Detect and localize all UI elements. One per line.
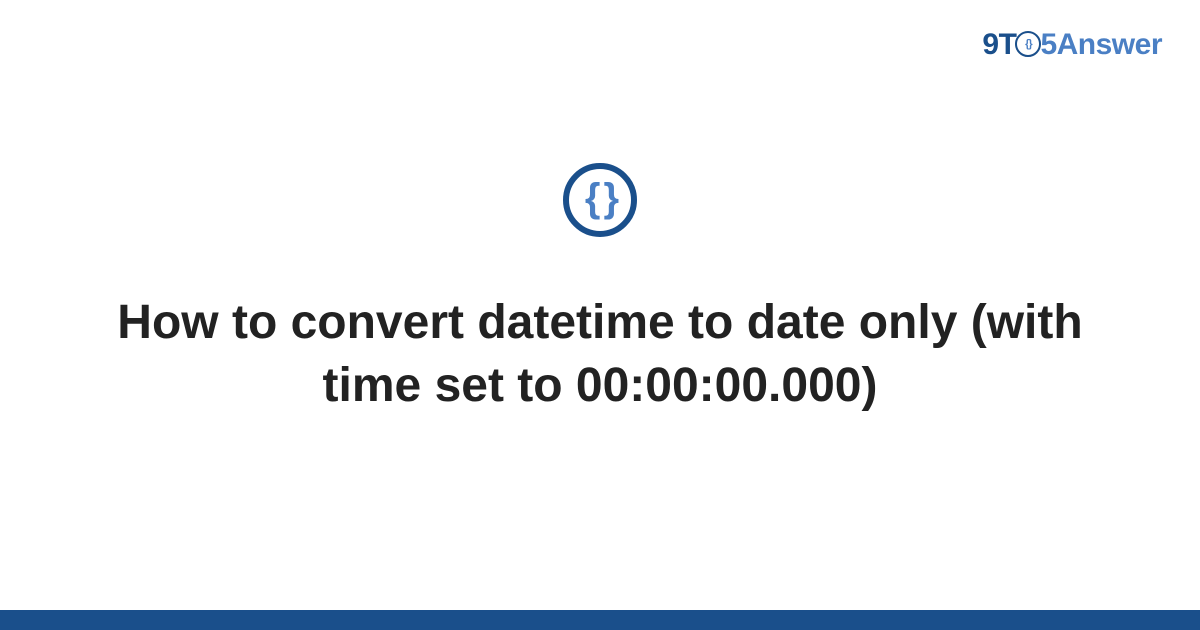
main-content: { } How to convert datetime to date only… xyxy=(0,0,1200,610)
code-braces-icon: { } xyxy=(585,178,615,218)
category-badge: { } xyxy=(563,163,637,237)
question-title: How to convert datetime to date only (wi… xyxy=(100,291,1100,418)
footer-bar xyxy=(0,610,1200,630)
